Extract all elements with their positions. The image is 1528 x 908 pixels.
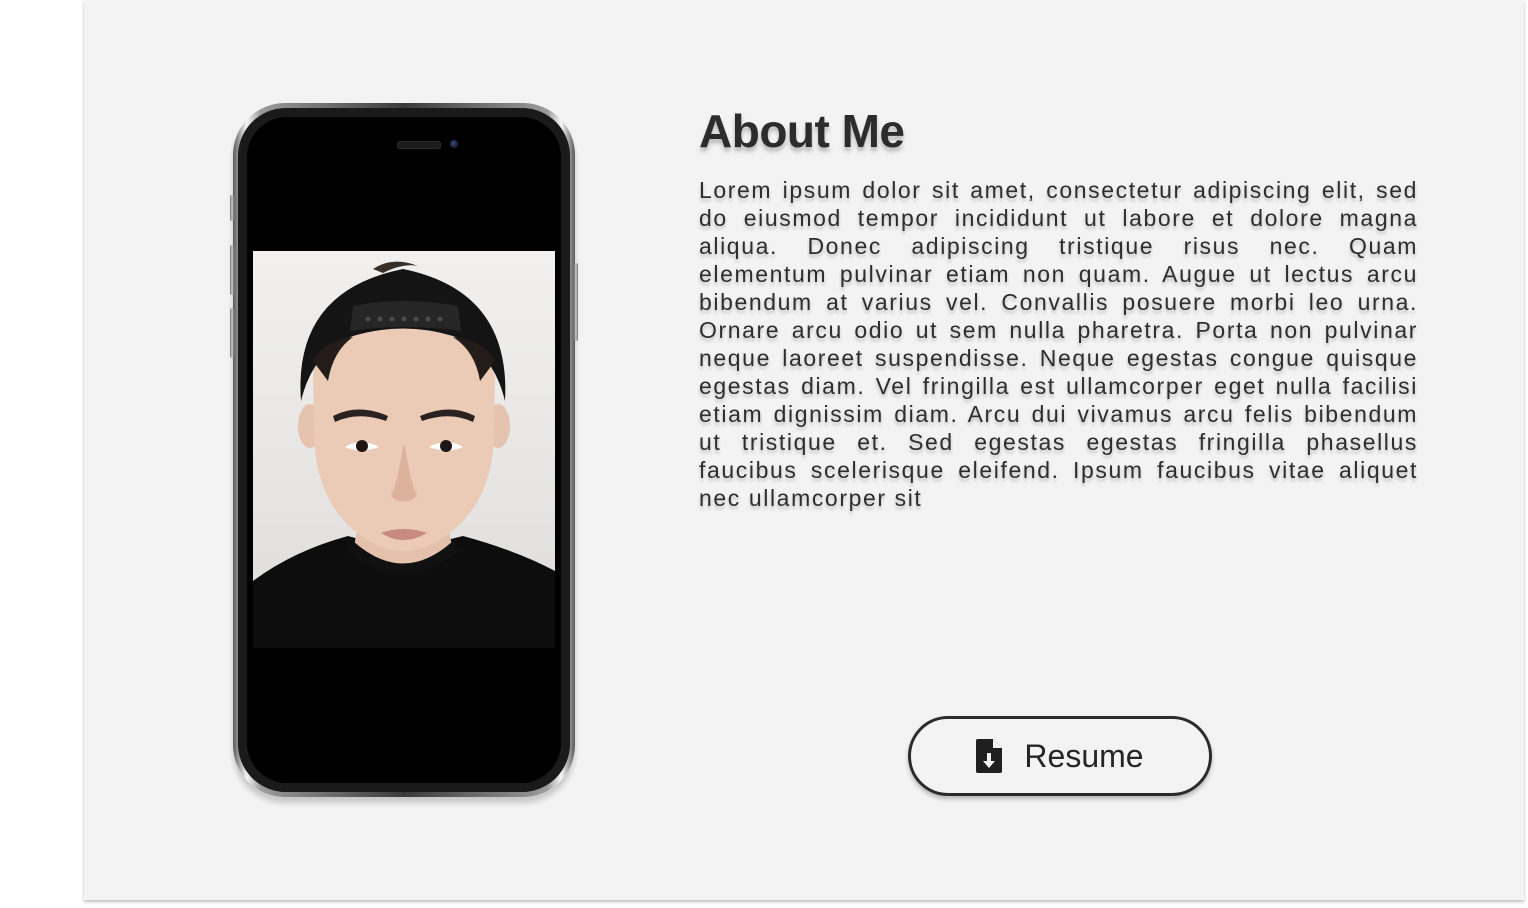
resume-button-label: Resume: [1024, 737, 1144, 774]
file-download-icon: [976, 739, 1003, 773]
about-section-card: About Me Lorem ipsum dolor sit amet, con…: [84, 0, 1524, 900]
phone-volume-down-button: [230, 308, 234, 358]
phone-silent-switch: [230, 195, 234, 221]
phone-volume-up-button: [230, 245, 234, 295]
profile-photo: [253, 251, 555, 648]
phone-speaker-icon: [397, 141, 441, 149]
bio-paragraph: Lorem ipsum dolor sit amet, consectetur …: [699, 177, 1418, 511]
page-title: About Me: [699, 105, 905, 157]
phone-camera-icon: [450, 140, 458, 148]
profile-portrait-illustration: [253, 261, 555, 648]
phone-power-button: [574, 263, 578, 341]
resume-button[interactable]: Resume: [908, 716, 1212, 796]
phone-mockup: [230, 103, 578, 797]
